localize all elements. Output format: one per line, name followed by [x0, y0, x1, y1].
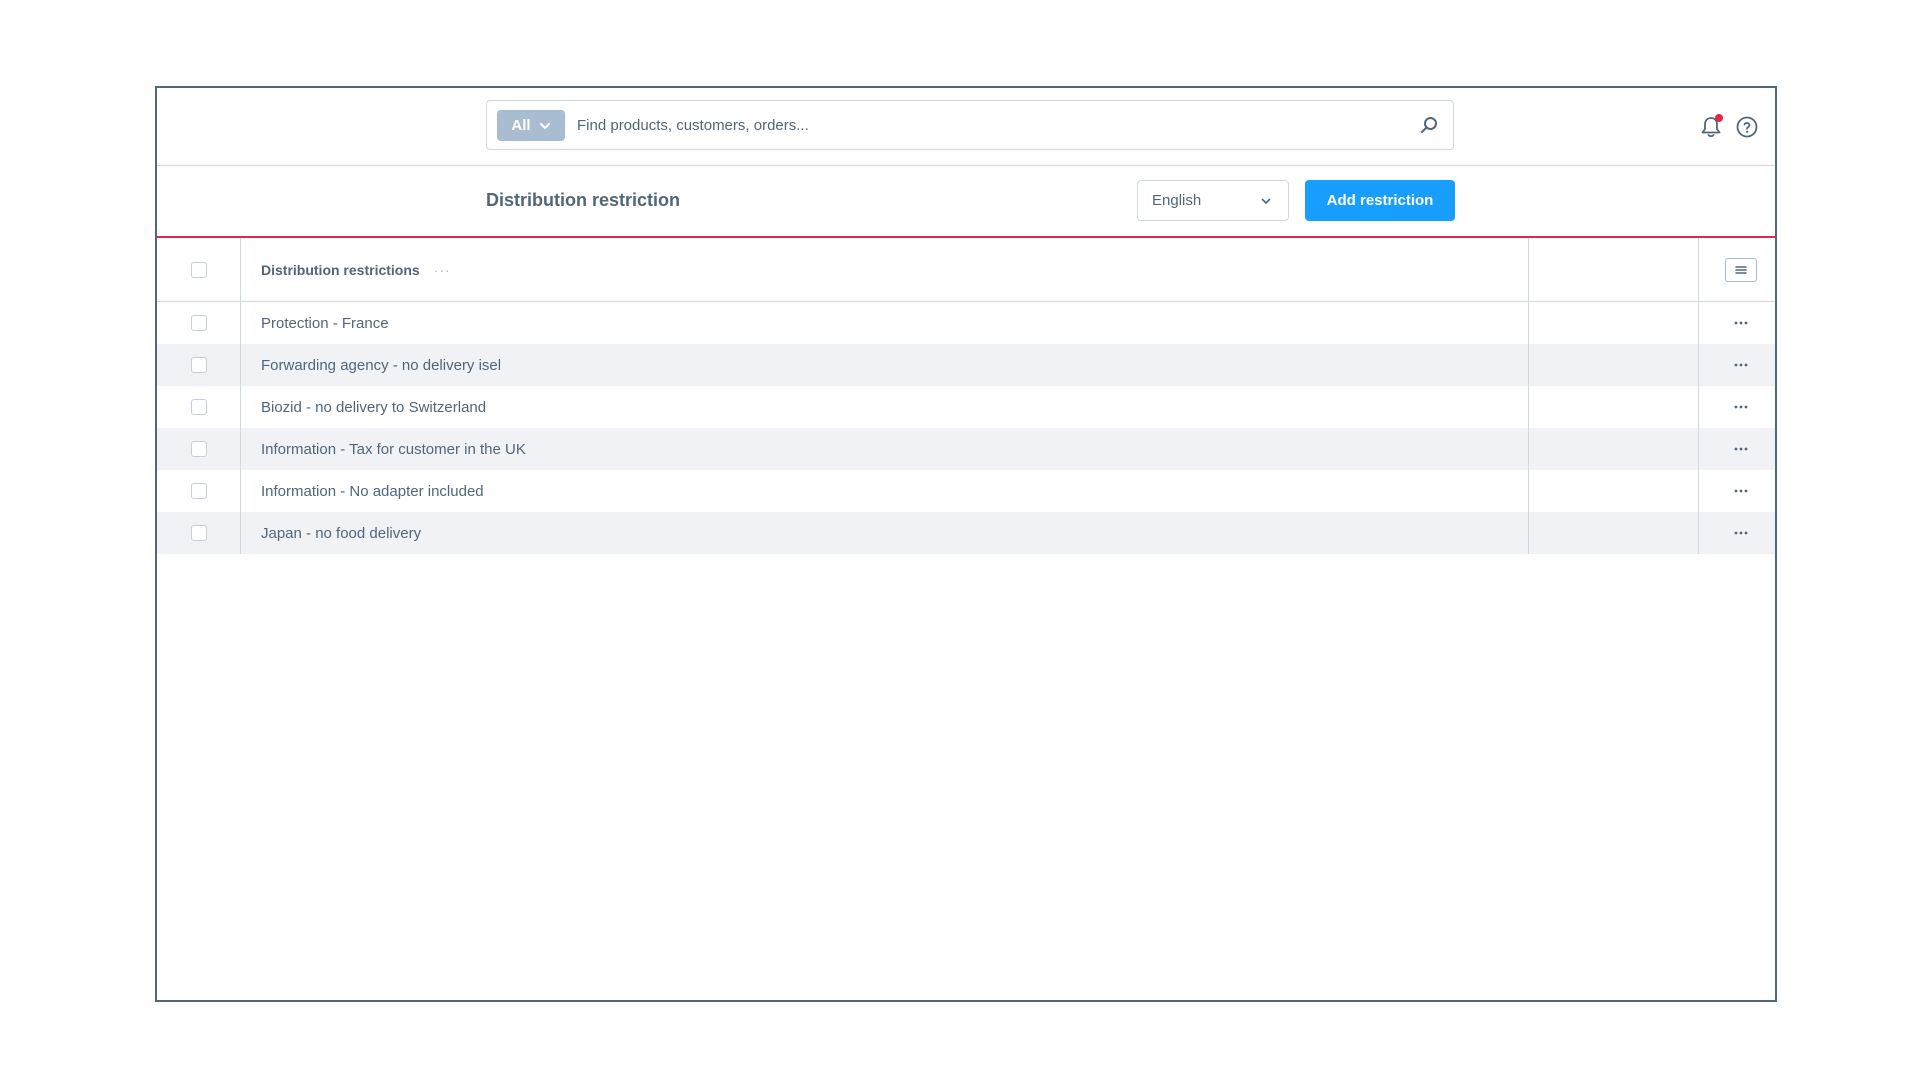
restriction-name[interactable]: Information - Tax for customer in the UK [261, 441, 526, 458]
row-checkbox[interactable] [191, 441, 207, 457]
row-actions-cell [1699, 512, 1775, 554]
search-icon[interactable] [1419, 115, 1439, 135]
row-checkbox[interactable] [191, 357, 207, 373]
ellipsis-icon [1734, 531, 1748, 535]
restriction-name[interactable]: Forwarding agency - no delivery isel [261, 357, 501, 374]
row-select-cell [157, 302, 241, 344]
global-search: All [486, 100, 1454, 150]
ellipsis-icon [1734, 447, 1748, 451]
row-checkbox[interactable] [191, 399, 207, 415]
table-row[interactable]: Information - No adapter included [157, 470, 1775, 512]
row-actions-icon[interactable] [1731, 485, 1751, 497]
row-name-cell: Information - No adapter included [241, 470, 1529, 512]
header-select-cell [157, 238, 241, 301]
add-restriction-button[interactable]: Add restriction [1305, 180, 1455, 221]
grid-body: Protection - France Forwarding agency - n… [157, 302, 1775, 554]
page-title: Distribution restriction [486, 190, 681, 210]
row-actions-icon[interactable] [1731, 443, 1751, 455]
restrictions-grid: Distribution restrictions ··· Protection… [157, 238, 1775, 554]
grid-header-row: Distribution restrictions ··· [157, 238, 1775, 302]
row-name-cell: Biozid - no delivery to Switzerland [241, 386, 1529, 428]
search-type-label: All [511, 117, 531, 134]
admin-window: All Distribution restrictio [155, 86, 1777, 1002]
restriction-name[interactable]: Information - No adapter included [261, 483, 484, 500]
row-actions-cell [1699, 302, 1775, 344]
header-extra-cell [1529, 238, 1699, 301]
column-header-label[interactable]: Distribution restrictions [261, 262, 420, 278]
row-extra-cell [1529, 344, 1699, 386]
table-row[interactable]: Biozid - no delivery to Switzerland [157, 386, 1775, 428]
chevron-down-icon [1261, 198, 1271, 204]
table-row[interactable]: Forwarding agency - no delivery isel [157, 344, 1775, 386]
ellipsis-icon [1734, 489, 1748, 493]
language-select-value: English [1152, 192, 1202, 209]
row-extra-cell [1529, 470, 1699, 512]
row-actions-icon[interactable] [1731, 527, 1751, 539]
column-options-icon[interactable]: ··· [434, 262, 451, 278]
top-bar: All [157, 88, 1775, 166]
header-name-cell: Distribution restrictions ··· [241, 238, 1529, 301]
row-extra-cell [1529, 512, 1699, 554]
row-checkbox[interactable] [191, 315, 207, 331]
row-extra-cell [1529, 386, 1699, 428]
row-actions-cell [1699, 386, 1775, 428]
ellipsis-icon [1734, 405, 1748, 409]
row-actions-cell [1699, 428, 1775, 470]
row-select-cell [157, 428, 241, 470]
row-actions-icon[interactable] [1731, 359, 1751, 371]
help-button[interactable] [1735, 115, 1759, 139]
row-select-cell [157, 470, 241, 512]
row-checkbox[interactable] [191, 525, 207, 541]
chevron-down-icon [539, 122, 550, 129]
row-name-cell: Information - Tax for customer in the UK [241, 428, 1529, 470]
row-select-cell [157, 344, 241, 386]
row-extra-cell [1529, 428, 1699, 470]
notification-badge [1715, 114, 1723, 122]
row-checkbox[interactable] [191, 483, 207, 499]
row-select-cell [157, 386, 241, 428]
row-name-cell: Forwarding agency - no delivery isel [241, 344, 1529, 386]
grid-settings-button[interactable] [1725, 258, 1757, 282]
ellipsis-icon [1734, 321, 1748, 325]
row-name-cell: Japan - no food delivery [241, 512, 1529, 554]
row-actions-icon[interactable] [1731, 317, 1751, 329]
ellipsis-icon [1734, 363, 1748, 367]
row-actions-cell [1699, 344, 1775, 386]
page-header: Distribution restriction English Add res… [157, 166, 1775, 238]
help-icon [1736, 116, 1758, 138]
table-row[interactable]: Japan - no food delivery [157, 512, 1775, 554]
row-actions-cell [1699, 470, 1775, 512]
search-type-dropdown[interactable]: All [497, 110, 565, 141]
restriction-name[interactable]: Protection - France [261, 315, 389, 332]
restriction-name[interactable]: Japan - no food delivery [261, 525, 421, 542]
restriction-name[interactable]: Biozid - no delivery to Switzerland [261, 399, 486, 416]
search-input[interactable] [577, 101, 1397, 149]
row-actions-icon[interactable] [1731, 401, 1751, 413]
list-settings-icon [1735, 266, 1747, 274]
notifications-button[interactable] [1699, 114, 1723, 139]
row-select-cell [157, 512, 241, 554]
table-row[interactable]: Information - Tax for customer in the UK [157, 428, 1775, 470]
language-select[interactable]: English [1137, 180, 1289, 221]
row-name-cell: Protection - France [241, 302, 1529, 344]
header-actions-cell [1699, 238, 1775, 301]
row-extra-cell [1529, 302, 1699, 344]
table-row[interactable]: Protection - France [157, 302, 1775, 344]
select-all-checkbox[interactable] [191, 261, 207, 278]
